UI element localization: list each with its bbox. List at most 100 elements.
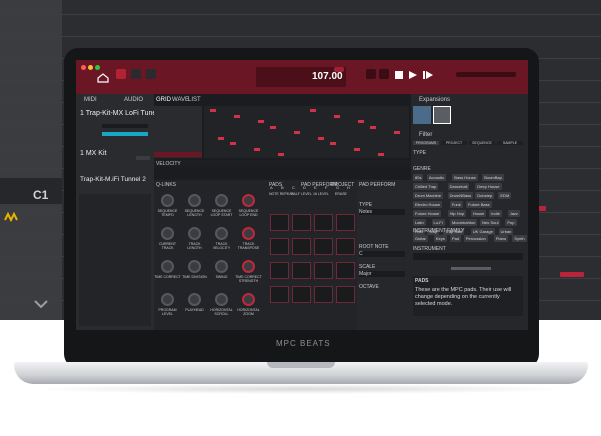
- genre-chip[interactable]: House: [470, 210, 487, 217]
- genre-chip[interactable]: Future House: [413, 210, 442, 217]
- pad-control-label[interactable]: ERASE: [335, 192, 347, 196]
- note[interactable]: [354, 147, 360, 151]
- root-note-select[interactable]: C: [359, 251, 405, 257]
- mpc-pad[interactable]: [314, 262, 333, 279]
- expansion-thumbnail-selected[interactable]: [433, 106, 451, 124]
- type-select[interactable]: Notes: [359, 209, 405, 215]
- genre-chip[interactable]: Hip Hop: [447, 210, 467, 217]
- filter-tab[interactable]: PROJECT: [441, 141, 467, 145]
- note[interactable]: [218, 136, 224, 140]
- window-zoom-button[interactable]: [95, 65, 100, 70]
- qlink-knob[interactable]: [242, 227, 255, 240]
- note[interactable]: [310, 109, 316, 112]
- tab-project[interactable]: PROJECT: [331, 182, 354, 188]
- genre-chip[interactable]: Lo-Fi: [431, 219, 445, 226]
- qlink-knob[interactable]: [161, 260, 174, 273]
- track-1-name[interactable]: 1 Trap-Kit-MX LoFi Tunel: [80, 110, 158, 117]
- pad-control-label[interactable]: HALF LEVEL: [291, 192, 312, 196]
- filter-tab[interactable]: SEQUENCE: [469, 141, 495, 145]
- note[interactable]: [378, 153, 384, 156]
- mixer-button[interactable]: [146, 69, 156, 79]
- genre-chip[interactable]: Urban: [498, 228, 514, 235]
- pad-bank-button[interactable]: A: [270, 185, 273, 190]
- genre-chip[interactable]: Electro House: [413, 201, 443, 208]
- genre-chip[interactable]: Future Bass: [466, 201, 492, 208]
- play-icon[interactable]: [408, 70, 418, 80]
- pad-bank-button[interactable]: C: [292, 185, 295, 190]
- note[interactable]: [258, 120, 264, 123]
- genre-chip[interactable]: Acoustic: [426, 174, 447, 181]
- tab-list[interactable]: LIST: [188, 97, 201, 103]
- genre-chip[interactable]: Drum Machine: [413, 192, 444, 199]
- genre-chip[interactable]: Dancehall: [447, 183, 470, 190]
- mpc-pad[interactable]: [336, 214, 355, 231]
- browser-toggle-button[interactable]: [116, 69, 126, 79]
- tab-midi[interactable]: MIDI: [84, 97, 97, 103]
- qlink-knob[interactable]: [161, 194, 174, 207]
- filter-tab[interactable]: PROGRAMS: [413, 141, 439, 145]
- genre-chip[interactable]: 80s: [413, 174, 424, 181]
- note[interactable]: [210, 109, 216, 112]
- genre-chip[interactable]: Bass House: [452, 174, 478, 181]
- qlink-knob[interactable]: [215, 227, 228, 240]
- genre-chip[interactable]: Pop: [505, 219, 517, 226]
- home-icon[interactable]: [97, 73, 109, 83]
- genre-chip[interactable]: UK Garage: [470, 228, 495, 235]
- velocity-lane[interactable]: [154, 167, 411, 179]
- track-volume-slider[interactable]: [102, 124, 148, 128]
- family-chip[interactable]: Pad: [450, 235, 462, 242]
- mpc-pad[interactable]: [314, 286, 333, 303]
- mpc-pad[interactable]: [270, 262, 289, 279]
- family-chip[interactable]: Piano: [493, 235, 509, 242]
- mpc-pad[interactable]: [336, 262, 355, 279]
- mpc-pad[interactable]: [270, 286, 289, 303]
- note[interactable]: [334, 114, 340, 118]
- tab-grid[interactable]: GRID: [156, 97, 171, 103]
- filter-tab[interactable]: SAMPLE: [497, 141, 523, 145]
- pad-control-label[interactable]: 16 LEVEL: [313, 192, 329, 196]
- track-pan-slider[interactable]: [102, 132, 148, 136]
- family-chip[interactable]: Synth: [512, 235, 527, 242]
- mpc-pad[interactable]: [270, 238, 289, 255]
- stop-icon[interactable]: [394, 70, 404, 80]
- note[interactable]: [234, 114, 240, 118]
- window-minimize-button[interactable]: [88, 65, 93, 70]
- instrument-select[interactable]: [413, 253, 523, 260]
- tab-wave[interactable]: WAVE: [172, 97, 189, 103]
- qlink-knob[interactable]: [188, 293, 201, 306]
- note[interactable]: [370, 125, 376, 129]
- mpc-pad[interactable]: [270, 214, 289, 231]
- note[interactable]: [318, 136, 324, 140]
- tab-audio[interactable]: AUDIO: [124, 97, 143, 103]
- note-grid[interactable]: [204, 106, 409, 158]
- mpc-pad[interactable]: [314, 238, 333, 255]
- mpc-pad[interactable]: [292, 286, 311, 303]
- genre-chip[interactable]: EDM: [498, 192, 512, 199]
- mpc-pad[interactable]: [292, 238, 311, 255]
- genre-chip[interactable]: Funk: [449, 201, 463, 208]
- overdub-button[interactable]: [379, 69, 389, 79]
- genre-chip[interactable]: Indie: [489, 210, 502, 217]
- genre-chip[interactable]: Latin: [413, 219, 426, 226]
- genre-chip[interactable]: DrumNBass: [447, 192, 474, 199]
- note[interactable]: [294, 131, 300, 134]
- qlink-knob[interactable]: [215, 260, 228, 273]
- track-2-name[interactable]: Trap-Kit-M.iFi Tunnel 2: [80, 176, 146, 183]
- genre-chip[interactable]: Deep House: [475, 183, 502, 190]
- tab-qlinks[interactable]: Q-LINKS: [156, 182, 176, 188]
- mpc-pad[interactable]: [314, 214, 333, 231]
- qlink-knob[interactable]: [215, 194, 228, 207]
- qlink-knob[interactable]: [242, 260, 255, 273]
- tap-button[interactable]: [334, 67, 344, 72]
- expansion-thumbnail[interactable]: [413, 106, 431, 124]
- qlink-knob[interactable]: [188, 194, 201, 207]
- window-close-button[interactable]: [81, 65, 86, 70]
- qlink-knob[interactable]: [242, 194, 255, 207]
- genre-chip[interactable]: Moombahton: [450, 219, 478, 226]
- qlink-knob[interactable]: [242, 293, 255, 306]
- genre-chip[interactable]: BoomBap: [482, 174, 504, 181]
- qlink-knob[interactable]: [188, 260, 201, 273]
- mpc-pad[interactable]: [292, 214, 311, 231]
- genre-chip[interactable]: Neo Soul: [480, 219, 501, 226]
- note[interactable]: [230, 142, 236, 145]
